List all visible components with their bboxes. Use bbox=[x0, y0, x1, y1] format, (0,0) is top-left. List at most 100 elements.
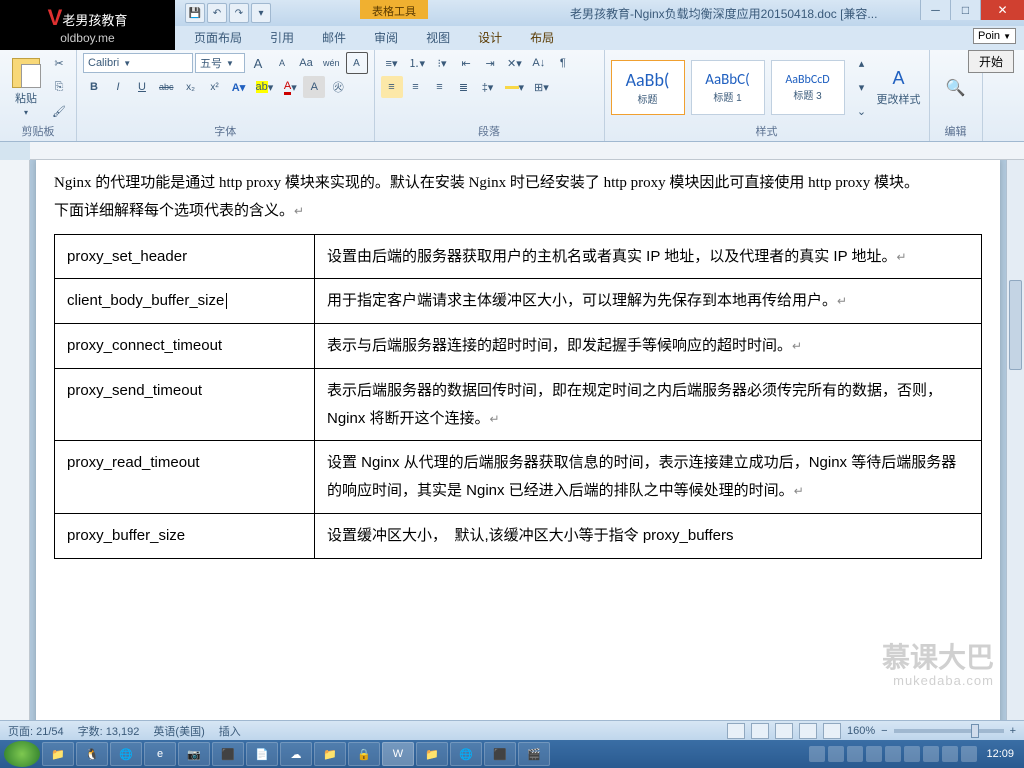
align-left-icon[interactable]: ≡ bbox=[381, 76, 403, 98]
taskbar-clock[interactable]: 12:09 bbox=[980, 748, 1020, 760]
taskbar-item[interactable]: 🔒 bbox=[348, 742, 380, 766]
bullets-icon[interactable]: ≡▾ bbox=[381, 52, 403, 74]
horizontal-ruler[interactable] bbox=[30, 142, 1024, 160]
taskbar-item[interactable]: ⬛ bbox=[484, 742, 516, 766]
status-language[interactable]: 英语(美国) bbox=[153, 723, 204, 739]
bold-button[interactable]: B bbox=[83, 76, 105, 98]
tray-icon[interactable] bbox=[904, 746, 920, 762]
strike-button[interactable]: abc bbox=[155, 76, 178, 98]
taskbar-item[interactable]: W bbox=[382, 742, 414, 766]
style-gallery[interactable]: AaBb( 标题 AaBbC( 标题 1 AaBbCcD 标题 3 bbox=[611, 60, 845, 115]
paste-button[interactable]: 粘贴▾ bbox=[6, 56, 46, 120]
grow-font-icon[interactable]: A bbox=[247, 52, 269, 74]
taskbar-item[interactable]: 📷 bbox=[178, 742, 210, 766]
font-selector-popup[interactable]: Poin ▼ bbox=[973, 28, 1016, 44]
view-fullscreen-icon[interactable] bbox=[751, 723, 769, 739]
change-case-icon[interactable]: Aa bbox=[295, 52, 317, 74]
tab-table-layout[interactable]: 布局 bbox=[516, 25, 568, 50]
shading-icon[interactable]: ▾ bbox=[501, 76, 529, 98]
tray-icon[interactable] bbox=[923, 746, 939, 762]
style-heading1[interactable]: AaBbC( 标题 1 bbox=[691, 60, 765, 115]
highlight-color-icon[interactable]: ab▾ bbox=[252, 76, 278, 98]
phonetic-icon[interactable]: wén bbox=[319, 52, 344, 74]
multilevel-icon[interactable]: ⁝▾ bbox=[431, 52, 453, 74]
borders-icon[interactable]: ⊞▾ bbox=[530, 76, 553, 98]
tray-volume-icon[interactable] bbox=[961, 746, 977, 762]
document-area[interactable]: Nginx 的代理功能是通过 http proxy 模块来实现的。默认在安装 N… bbox=[30, 160, 1006, 720]
scroll-thumb[interactable] bbox=[1009, 280, 1022, 370]
tray-icon[interactable] bbox=[809, 746, 825, 762]
change-styles-button[interactable]: A 更改样式 bbox=[875, 56, 923, 120]
view-outline-icon[interactable] bbox=[799, 723, 817, 739]
char-shading-icon[interactable]: A bbox=[303, 76, 325, 98]
align-right-icon[interactable]: ≡ bbox=[429, 76, 451, 98]
zoom-in-icon[interactable]: + bbox=[1010, 725, 1016, 737]
style-scroll-down-icon[interactable]: ▾ bbox=[851, 77, 873, 99]
tab-page-layout[interactable]: 页面布局 bbox=[180, 25, 256, 50]
status-words[interactable]: 字数: 13,192 bbox=[78, 723, 140, 739]
start-button[interactable] bbox=[4, 741, 40, 767]
taskbar-item[interactable]: ⬛ bbox=[212, 742, 244, 766]
decrease-indent-icon[interactable]: ⇤ bbox=[455, 52, 477, 74]
style-more-icon[interactable]: ⌄ bbox=[851, 101, 873, 123]
status-mode[interactable]: 插入 bbox=[219, 723, 241, 739]
char-border-icon[interactable]: A bbox=[346, 52, 368, 74]
numbering-icon[interactable]: ⒈▾ bbox=[405, 52, 430, 74]
qat-undo-icon[interactable]: ↶ bbox=[207, 3, 227, 23]
sort-icon[interactable]: A↓ bbox=[528, 52, 550, 74]
zoom-level[interactable]: 160% bbox=[847, 725, 875, 737]
taskbar-item[interactable]: 🌐 bbox=[450, 742, 482, 766]
line-spacing-icon[interactable]: ‡▾ bbox=[477, 76, 499, 98]
vertical-scrollbar[interactable] bbox=[1006, 160, 1024, 720]
asian-layout-icon[interactable]: ✕▾ bbox=[503, 52, 526, 74]
start-button-popup[interactable]: 开始 bbox=[968, 50, 1014, 73]
taskbar-item[interactable]: ☁ bbox=[280, 742, 312, 766]
tab-references[interactable]: 引用 bbox=[256, 25, 308, 50]
text-effects-icon[interactable]: A▾ bbox=[228, 76, 250, 98]
qat-more-icon[interactable]: ▾ bbox=[251, 3, 271, 23]
view-web-icon[interactable] bbox=[775, 723, 793, 739]
view-print-icon[interactable] bbox=[727, 723, 745, 739]
enclose-char-icon[interactable]: ㊋ bbox=[327, 76, 349, 98]
taskbar-item[interactable]: 📁 bbox=[416, 742, 448, 766]
close-button[interactable]: ✕ bbox=[980, 0, 1024, 20]
status-page[interactable]: 页面: 21/54 bbox=[8, 723, 64, 739]
copy-icon[interactable]: ⎘ bbox=[48, 77, 70, 99]
taskbar-item[interactable]: 🎬 bbox=[518, 742, 550, 766]
subscript-button[interactable]: x₂ bbox=[180, 76, 202, 98]
taskbar-item[interactable]: 📁 bbox=[314, 742, 346, 766]
tab-table-design[interactable]: 设计 bbox=[464, 25, 516, 50]
taskbar-item[interactable]: 📄 bbox=[246, 742, 278, 766]
taskbar-item[interactable]: 🌐 bbox=[110, 742, 142, 766]
tab-review[interactable]: 审阅 bbox=[360, 25, 412, 50]
tray-icon[interactable] bbox=[942, 746, 958, 762]
tab-mailings[interactable]: 邮件 bbox=[308, 25, 360, 50]
justify-icon[interactable]: ≣ bbox=[453, 76, 475, 98]
tray-icon[interactable] bbox=[828, 746, 844, 762]
view-draft-icon[interactable] bbox=[823, 723, 841, 739]
taskbar-item[interactable]: 🐧 bbox=[76, 742, 108, 766]
qat-save-icon[interactable]: 💾 bbox=[185, 3, 205, 23]
font-name-dropdown[interactable]: Calibri▼ bbox=[83, 53, 193, 73]
font-color-icon[interactable]: A▾ bbox=[279, 76, 301, 98]
tray-icon[interactable] bbox=[866, 746, 882, 762]
tab-view[interactable]: 视图 bbox=[412, 25, 464, 50]
increase-indent-icon[interactable]: ⇥ bbox=[479, 52, 501, 74]
underline-button[interactable]: U bbox=[131, 76, 153, 98]
cut-icon[interactable]: ✂ bbox=[48, 53, 70, 75]
zoom-out-icon[interactable]: − bbox=[881, 725, 887, 737]
qat-redo-icon[interactable]: ↷ bbox=[229, 3, 249, 23]
font-size-dropdown[interactable]: 五号▼ bbox=[195, 53, 245, 73]
minimize-button[interactable]: ─ bbox=[920, 0, 950, 20]
style-heading3[interactable]: AaBbCcD 标题 3 bbox=[771, 60, 845, 115]
vertical-ruler[interactable] bbox=[0, 160, 30, 720]
taskbar-item[interactable]: 📁 bbox=[42, 742, 74, 766]
style-title[interactable]: AaBb( 标题 bbox=[611, 60, 685, 115]
align-center-icon[interactable]: ≡ bbox=[405, 76, 427, 98]
format-painter-icon[interactable]: 🖌 bbox=[48, 101, 70, 123]
shrink-font-icon[interactable]: A bbox=[271, 52, 293, 74]
show-marks-icon[interactable]: ¶ bbox=[552, 52, 574, 74]
maximize-button[interactable]: □ bbox=[950, 0, 980, 20]
taskbar-item[interactable]: e bbox=[144, 742, 176, 766]
zoom-slider[interactable] bbox=[894, 729, 1004, 733]
